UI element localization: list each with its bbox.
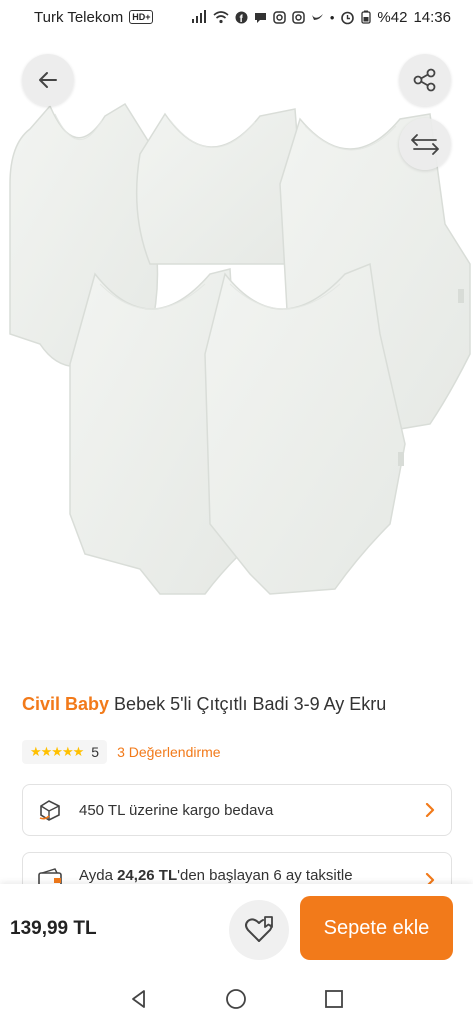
- compare-button[interactable]: [399, 118, 451, 170]
- system-nav-bar: [0, 974, 473, 1024]
- add-to-cart-button[interactable]: Sepete ekle: [300, 896, 453, 960]
- brand-name[interactable]: Civil Baby: [22, 694, 109, 714]
- product-photo: [9, 102, 471, 595]
- recents-square-icon: [325, 990, 344, 1008]
- compare-arrows-icon: [411, 134, 439, 155]
- reviews-link[interactable]: 3 Değerlendirme: [117, 744, 221, 760]
- battery-level: %42: [377, 8, 408, 26]
- facebook-icon: f: [235, 11, 248, 24]
- heart-bookmark-icon: [245, 916, 273, 942]
- message-icon: [254, 12, 266, 23]
- share-icon: [413, 68, 436, 92]
- cargo-icon: [39, 800, 60, 821]
- nav-back-button[interactable]: [124, 984, 154, 1014]
- clock: 14:36: [413, 8, 451, 26]
- carrier-name: Turk Telekom: [34, 8, 124, 26]
- wifi-icon: [213, 10, 229, 23]
- chevron-right-icon: [425, 803, 435, 817]
- instagram-icon: [292, 10, 305, 24]
- rating-row: ★★★★★ 5 3 Değerlendirme: [22, 740, 221, 764]
- battery-icon: [361, 10, 372, 24]
- status-bar: Turk Telekom HD+ f • %42 14:36: [0, 0, 473, 34]
- nav-home-button[interactable]: [221, 984, 251, 1014]
- back-button[interactable]: [22, 54, 74, 106]
- rating-box[interactable]: ★★★★★ 5: [22, 740, 108, 764]
- nav-recents-button[interactable]: [319, 984, 349, 1014]
- bird-icon: [311, 13, 323, 20]
- installment-amount: 24,26 TL: [117, 867, 178, 884]
- installment-suffix: 'den başlayan 6 ay taksitle: [177, 867, 353, 884]
- dot-icon: •: [329, 9, 335, 25]
- price: 139,99 TL: [10, 918, 97, 939]
- rating-value: 5: [91, 744, 100, 760]
- alarm-icon: [341, 11, 355, 24]
- product-image[interactable]: [0, 34, 473, 664]
- product-title: Civil Baby Bebek 5'li Çıtçıtlı Badi 3-9 …: [22, 692, 462, 716]
- favorite-button[interactable]: [229, 900, 289, 960]
- status-right: f • %42 14:36: [191, 9, 451, 26]
- shipping-text: 450 TL üzerine kargo bedava: [79, 801, 274, 819]
- network-badge: HD+: [129, 10, 154, 24]
- status-left: Turk Telekom HD+: [34, 8, 154, 26]
- rating-stars: ★★★★★: [30, 744, 84, 759]
- instagram-icon: [273, 10, 286, 24]
- installment-prefix: Ayda: [79, 867, 118, 884]
- free-shipping-card[interactable]: 450 TL üzerine kargo bedava: [22, 784, 452, 836]
- home-circle-icon: [226, 989, 247, 1009]
- installment-text: Ayda 24,26 TL'den başlayan 6 ay taksitle: [79, 867, 423, 884]
- share-button[interactable]: [399, 54, 451, 106]
- bottom-action-bar: 139,99 TL Sepete ekle: [0, 884, 473, 974]
- back-arrow-icon: [39, 72, 57, 88]
- back-triangle-icon: [131, 990, 145, 1008]
- signal-icon: [191, 10, 206, 23]
- product-name: Bebek 5'li Çıtçıtlı Badi 3-9 Ay Ekru: [114, 694, 387, 714]
